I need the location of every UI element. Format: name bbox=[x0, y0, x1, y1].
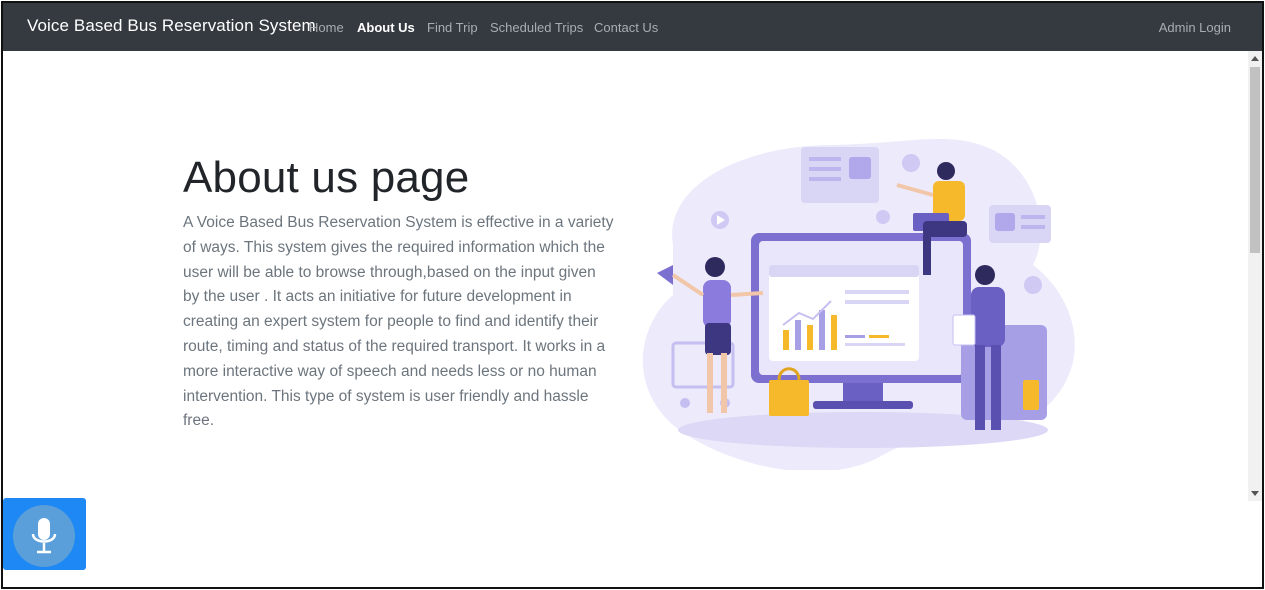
browser-frame: Voice Based Bus Reservation System Home … bbox=[1, 1, 1264, 589]
analytics-team-illustration bbox=[642, 139, 1075, 470]
admin-login-link[interactable]: Admin Login bbox=[1159, 20, 1231, 35]
page-heading: About us page bbox=[183, 153, 470, 202]
nav-contact-us[interactable]: Contact Us bbox=[594, 20, 658, 35]
navbar: Voice Based Bus Reservation System Home … bbox=[3, 3, 1262, 51]
nav-home[interactable]: Home bbox=[309, 20, 344, 35]
nav-scheduled-trips[interactable]: Scheduled Trips bbox=[490, 20, 583, 35]
vertical-scrollbar[interactable] bbox=[1248, 51, 1262, 501]
voice-input-button[interactable] bbox=[3, 498, 86, 570]
about-paragraph: A Voice Based Bus Reservation System is … bbox=[183, 214, 614, 430]
scroll-up-arrow-icon[interactable] bbox=[1251, 56, 1259, 61]
scroll-down-arrow-icon[interactable] bbox=[1251, 491, 1259, 496]
microphone-icon[interactable] bbox=[13, 505, 75, 567]
nav-find-trip[interactable]: Find Trip bbox=[427, 20, 478, 35]
nav-about-us[interactable]: About Us bbox=[357, 20, 415, 35]
brand-link[interactable]: Voice Based Bus Reservation System bbox=[27, 16, 316, 36]
scrollbar-thumb[interactable] bbox=[1250, 67, 1260, 253]
